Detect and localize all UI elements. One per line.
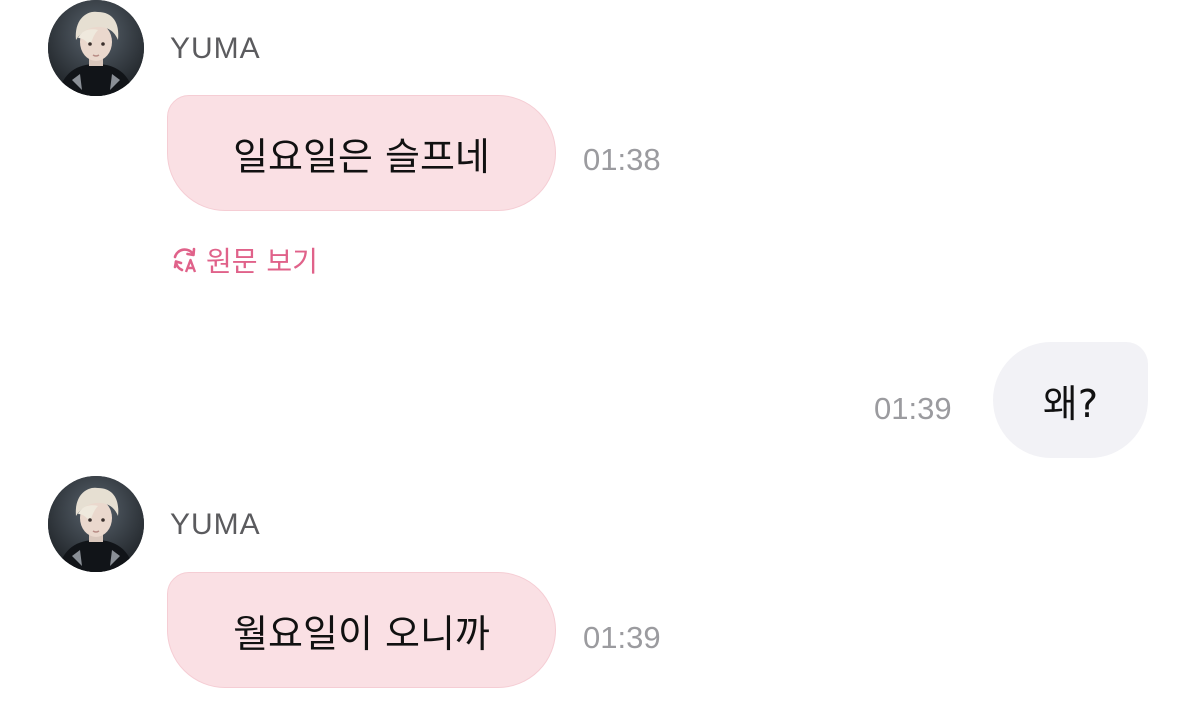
message-timestamp: 01:38	[583, 142, 661, 177]
message-text: 왜?	[1042, 381, 1099, 426]
view-original-label: 원문 보기	[206, 245, 318, 278]
translate-icon	[173, 247, 197, 273]
profile-photo-icon	[48, 476, 144, 572]
message-timestamp: 01:39	[874, 391, 952, 426]
message-text: 월요일이 오니까	[233, 611, 490, 656]
sender-avatar[interactable]	[48, 0, 144, 96]
sender-name: YUMA	[170, 508, 261, 541]
sender-avatar[interactable]	[48, 476, 144, 572]
message-timestamp: 01:39	[583, 620, 661, 655]
chat-thread: YUMA 일요일은 슬프네 01:38 원문 보기 01:39 왜? YUMA …	[0, 0, 1199, 721]
message-bubble[interactable]: 일요일은 슬프네	[167, 95, 556, 211]
profile-photo-icon	[48, 0, 144, 96]
sender-name: YUMA	[170, 32, 261, 65]
message-bubble[interactable]: 왜?	[993, 342, 1148, 458]
message-bubble[interactable]: 월요일이 오니까	[167, 572, 556, 688]
message-text: 일요일은 슬프네	[233, 134, 490, 179]
view-original-link[interactable]: 원문 보기	[170, 240, 318, 280]
